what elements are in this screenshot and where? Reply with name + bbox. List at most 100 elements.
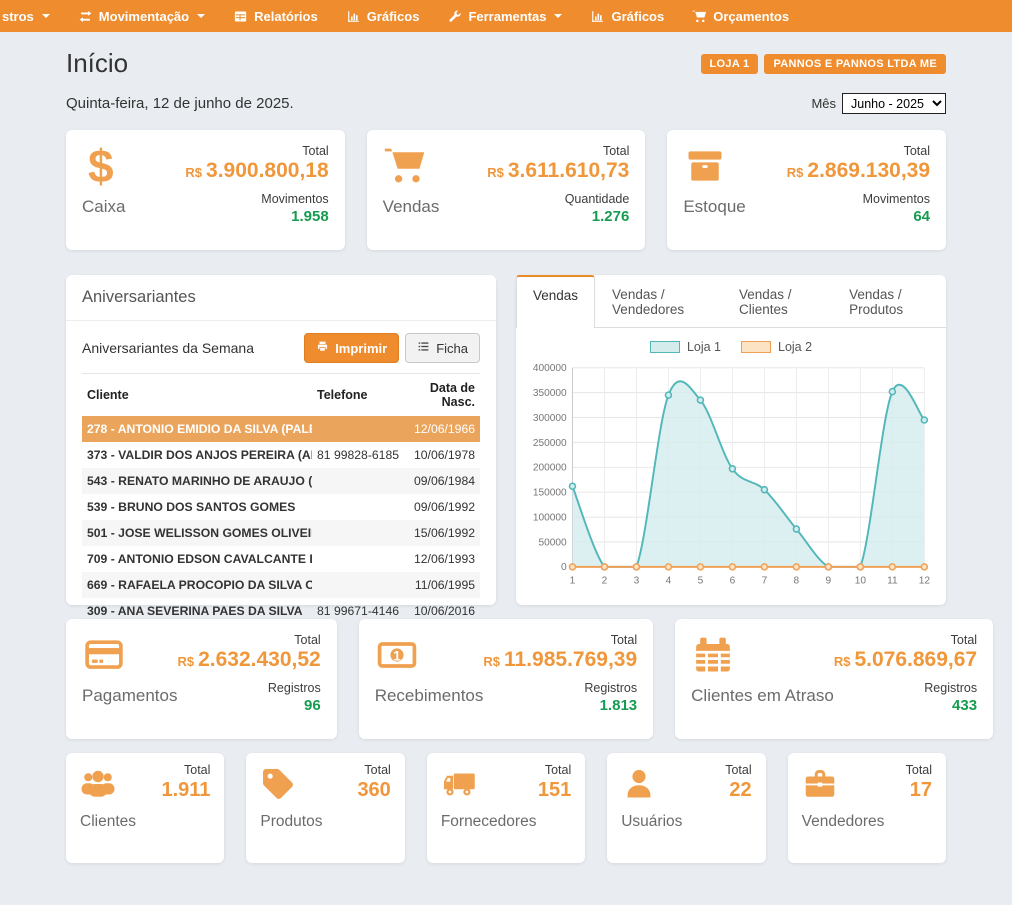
nav-item-label: Ferramentas [468,9,546,24]
birthdate-cell: 12/06/1993 [404,546,480,572]
svg-text:1: 1 [393,649,401,664]
estoque-card: Estoque Total R$2.869.130,39 Movimentos … [667,130,946,250]
tab-vendas-produtos[interactable]: Vendas / Produtos [832,275,946,328]
chart-tabs: Vendas Vendas / Vendedores Vendas / Clie… [516,275,946,328]
svg-text:12: 12 [919,575,931,586]
wrench-icon [447,9,462,24]
top-navbar: stros Movimentação Relatórios Gráficos F… [0,0,1012,32]
nav-item-relatorios[interactable]: Relatórios [233,9,318,24]
total-label: Total [834,633,977,647]
total-value: R$3.900.800,18 [185,159,328,183]
nav-item-label: stros [2,9,34,24]
total-label: Total [185,144,328,158]
svg-text:8: 8 [794,575,800,586]
recebimentos-card: 1 Recebimentos Total R$11.985.769,39 Reg… [359,619,653,739]
charts-panel: Vendas Vendas / Vendedores Vendas / Clie… [516,275,946,605]
total-label: Total [487,144,629,158]
total-value: R$11.985.769,39 [483,648,637,672]
total-value: R$3.611.610,73 [487,159,629,183]
total-label: Total [725,763,751,777]
client-cell: 501 - JOSE WELISSON GOMES OLIVEIR... [82,520,312,546]
chevron-down-icon [42,14,50,18]
sub-value: 64 [787,208,930,225]
table-row[interactable]: 278 - ANTONIO EMIDIO DA SILVA (PALE...12… [82,416,480,442]
nav-item-label: Gráficos [367,9,420,24]
ficha-button[interactable]: Ficha [405,333,480,363]
calendar-icon [691,633,735,677]
nav-item-graficos-2[interactable]: Gráficos [590,9,664,24]
total-label: Total [483,633,637,647]
card-label: Recebimentos [375,686,484,706]
main-content: Início LOJA 1 PANNOS E PANNOS LTDA ME Qu… [66,32,946,863]
birthdate-cell: 11/06/1995 [404,572,480,598]
nav-item-label: Gráficos [611,9,664,24]
card-label: Vendas [383,197,440,217]
total-value: 1.911 [161,779,210,802]
phone-cell [312,468,404,494]
imprimir-button[interactable]: Imprimir [304,333,399,363]
total-value: R$2.869.130,39 [787,159,930,183]
exchange-icon [78,9,93,24]
sub-value: 1.813 [483,697,637,714]
month-label: Mês [811,96,836,111]
clientes-em-atraso-card: Clientes em Atraso Total R$5.076.869,67 … [675,619,993,739]
total-value: 17 [906,779,932,802]
tag-icon [260,766,296,802]
table-row[interactable]: 373 - VALDIR DOS ANJOS PEREIRA (AN...81 … [82,442,480,468]
birthdate-cell: 15/06/1992 [404,520,480,546]
client-cell: 709 - ANTONIO EDSON CAVALCANTE D... [82,546,312,572]
sub-value: 433 [834,697,977,714]
nav-item-movimentacao[interactable]: Movimentação [78,9,205,24]
svg-text:300000: 300000 [533,413,567,424]
phone-cell: 81 99828-6185 [312,442,404,468]
chevron-down-icon [197,14,205,18]
svg-text:50000: 50000 [539,537,568,548]
legend-item-loja1: Loja 1 [650,340,721,354]
birthdate-cell: 12/06/1966 [404,416,480,442]
legend-swatch [741,341,771,353]
table-icon [233,9,248,24]
month-select[interactable]: Junho - 2025 [842,93,946,114]
vendas-card: Vendas Total R$3.611.610,73 Quantidade 1… [367,130,646,250]
total-label: Total [538,763,571,777]
client-cell: 543 - RENATO MARINHO DE ARAUJO (F... [82,468,312,494]
produtos-card: Total 360 Produtos [246,753,404,863]
money-bill-icon: 1 [375,633,419,677]
usuarios-card: Total 22 Usuários [607,753,765,863]
table-row[interactable]: 669 - RAFAELA PROCOPIO DA SILVA CA... 11/… [82,572,480,598]
sub-label: Registros [834,681,977,695]
aniversariantes-panel: Aniversariantes Aniversariantes da Seman… [66,275,496,605]
table-row[interactable]: 543 - RENATO MARINHO DE ARAUJO (F... 09/0… [82,468,480,494]
table-row[interactable]: 709 - ANTONIO EDSON CAVALCANTE D... 12/06… [82,546,480,572]
nav-item-graficos-1[interactable]: Gráficos [346,9,420,24]
tab-vendas-vendedores[interactable]: Vendas / Vendedores [595,275,722,328]
phone-cell [312,416,404,442]
nav-item-label: Movimentação [99,9,189,24]
svg-text:5: 5 [698,575,704,586]
sub-value: 1.276 [487,208,629,225]
tab-vendas[interactable]: Vendas [516,275,595,328]
table-row[interactable]: 501 - JOSE WELISSON GOMES OLIVEIR... 15/0… [82,520,480,546]
sub-label: Quantidade [487,192,629,206]
card-label: Estoque [683,197,745,217]
svg-text:1: 1 [570,575,576,586]
table-row[interactable]: 539 - BRUNO DOS SANTOS GOMES09/06/1992 [82,494,480,520]
nav-item-orcamentos[interactable]: Orçamentos [692,9,789,24]
total-value: 151 [538,779,571,802]
nav-item-cadastros[interactable]: stros [2,9,50,24]
tab-vendas-clientes[interactable]: Vendas / Clientes [722,275,832,328]
card-label: Pagamentos [82,686,177,706]
birthdate-cell: 09/06/1984 [404,468,480,494]
birthdate-cell: 10/06/1978 [404,442,480,468]
card-label: Produtos [260,813,322,831]
nav-item-ferramentas[interactable]: Ferramentas [447,9,562,24]
svg-text:400000: 400000 [533,363,567,374]
svg-text:0: 0 [561,562,567,573]
client-cell: 669 - RAFAELA PROCOPIO DA SILVA CA... [82,572,312,598]
total-value: 22 [725,779,751,802]
dollar-icon: $ [82,144,126,188]
bar-chart-icon [346,9,361,24]
page-title: Início [66,48,128,79]
total-label: Total [177,633,320,647]
box-icon [683,144,727,188]
